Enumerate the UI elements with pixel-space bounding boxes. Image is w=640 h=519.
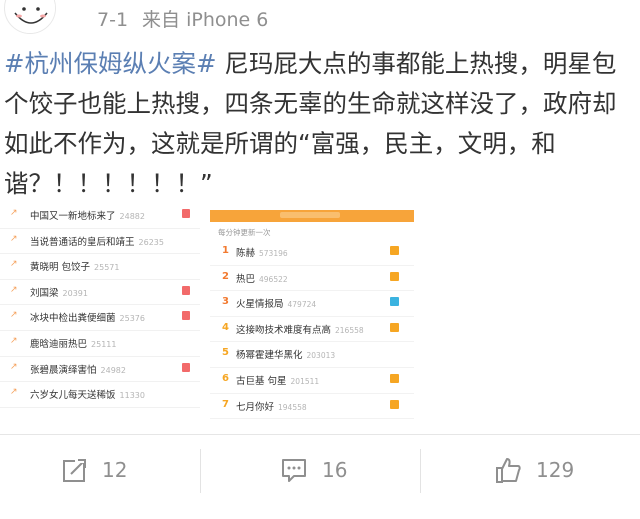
post-meta: 7-1 来自 iPhone 6 bbox=[97, 5, 268, 32]
hot-search-title: 六岁女儿每天送稀饭 11330 bbox=[30, 390, 145, 402]
hot-search-title: 刘国梁 20391 bbox=[30, 287, 88, 299]
hot-search-count: 11330 bbox=[119, 391, 145, 401]
hot-search-row[interactable]: ↗ 黄晓明 包饺子 25571 bbox=[0, 254, 200, 280]
hot-search-count: 24982 bbox=[100, 365, 126, 375]
ranking-row[interactable]: 1 陈赫 573196 bbox=[210, 240, 414, 266]
hot-search-title: 张碧晨演绎害怕 24982 bbox=[30, 364, 126, 376]
repost-count: 12 bbox=[102, 458, 128, 482]
hot-search-title: 冰块中检出粪便细菌 25376 bbox=[30, 313, 145, 325]
rank-number: 5 bbox=[222, 347, 229, 359]
action-bar: 12 16 129 bbox=[0, 435, 640, 519]
topic-link[interactable]: #杭州保姆纵火案# bbox=[4, 49, 217, 78]
ranking-tag-icon bbox=[390, 322, 399, 332]
ranking-title: 陈赫 573196 bbox=[236, 248, 288, 259]
hot-search-row[interactable]: ↗ 当说普通话的皇后和靖王 26235 bbox=[0, 229, 200, 255]
ranking-subtitle: 每分钟更新一次 bbox=[218, 228, 271, 237]
ranking-title: 杨幂霍建华黑化 203013 bbox=[236, 350, 336, 362]
hot-search-count: 24882 bbox=[119, 212, 145, 221]
avatar[interactable] bbox=[4, 0, 56, 34]
ranking-title: 热巴 496522 bbox=[236, 273, 288, 285]
hot-search-screenshot-right[interactable]: 每分钟更新一次 1 陈赫 573196 2 热巴 496522 3 火星情报局 479724 4 这… bbox=[210, 210, 414, 420]
ranking-title: 古巨基 句星 201511 bbox=[236, 375, 320, 387]
repost-button[interactable]: 12 bbox=[62, 435, 127, 505]
hot-search-row[interactable]: ↗ 鹿晗迪丽热巴 25111 bbox=[0, 331, 200, 357]
ranking-tag-icon bbox=[390, 271, 399, 281]
hot-tag-icon bbox=[182, 311, 190, 321]
ranking-count: 496522 bbox=[259, 274, 288, 284]
thumbs-up-icon bbox=[496, 458, 521, 483]
trend-arrow-icon: ↗ bbox=[10, 259, 18, 270]
trend-arrow-icon: ↗ bbox=[10, 310, 18, 321]
hot-search-title: 黄晓明 包饺子 25571 bbox=[30, 262, 120, 274]
like-button[interactable]: 129 bbox=[494, 435, 574, 505]
rank-number: 1 bbox=[222, 245, 229, 256]
ranking-row[interactable]: 2 热巴 496522 bbox=[210, 266, 414, 292]
ranking-tag-icon bbox=[390, 399, 399, 409]
ranking-count: 573196 bbox=[259, 249, 288, 258]
ranking-row[interactable]: 5 杨幂霍建华黑化 203013 bbox=[210, 342, 414, 368]
hot-search-count: 25571 bbox=[94, 263, 120, 273]
ranking-title: 火星情报局 479724 bbox=[236, 299, 317, 311]
post-date: 7-1 bbox=[97, 9, 129, 31]
trend-arrow-icon: ↗ bbox=[10, 208, 18, 218]
rank-number: 7 bbox=[222, 398, 229, 410]
trend-arrow-icon: ↗ bbox=[10, 387, 18, 398]
ranking-tag-icon bbox=[390, 373, 399, 383]
rank-number: 3 bbox=[222, 296, 229, 308]
rank-number: 6 bbox=[222, 372, 229, 384]
like-count: 129 bbox=[536, 458, 575, 482]
hot-tag-icon bbox=[182, 209, 190, 218]
ranking-tag-icon bbox=[390, 297, 399, 307]
ranking-tag-icon bbox=[390, 246, 399, 255]
action-separator bbox=[420, 449, 421, 493]
repost-icon bbox=[63, 457, 88, 482]
ranking-count: 194558 bbox=[278, 402, 307, 412]
ranking-row[interactable]: 6 古巨基 句星 201511 bbox=[210, 368, 414, 394]
comment-icon bbox=[282, 459, 306, 482]
hot-search-count: 25376 bbox=[119, 314, 145, 324]
hot-search-title: 鹿晗迪丽热巴 25111 bbox=[30, 338, 117, 350]
ranking-header-bar bbox=[210, 210, 414, 222]
hot-search-row[interactable]: ↗ 冰块中检出粪便细菌 25376 bbox=[0, 305, 200, 331]
ranking-title: 这接吻技术难度有点高 216558 bbox=[236, 324, 364, 336]
ranking-row[interactable]: 4 这接吻技术难度有点高 216558 bbox=[210, 317, 414, 343]
rank-number: 2 bbox=[222, 270, 229, 282]
hot-search-count: 25111 bbox=[91, 339, 117, 349]
hot-search-title: 当说普通话的皇后和靖王 26235 bbox=[30, 236, 164, 248]
trend-arrow-icon: ↗ bbox=[10, 284, 18, 295]
post-header: 7-1 来自 iPhone 6 bbox=[0, 0, 640, 38]
ranking-count: 216558 bbox=[335, 325, 364, 335]
hot-search-row[interactable]: ↗ 张碧晨演绎害怕 24982 bbox=[0, 357, 200, 383]
hot-search-count: 20391 bbox=[62, 288, 88, 298]
ranking-count: 479724 bbox=[287, 300, 317, 310]
comment-button[interactable]: 16 bbox=[280, 435, 347, 505]
rank-number: 4 bbox=[222, 321, 229, 333]
comment-count: 16 bbox=[322, 458, 348, 482]
ranking-count: 201511 bbox=[290, 376, 320, 386]
post-text: #杭州保姆纵火案# 尼玛屁大点的事都能上热搜，明星包个饺子也能上热搜，四条无辜的… bbox=[4, 44, 636, 204]
action-separator bbox=[200, 449, 201, 493]
hot-search-count: 26235 bbox=[138, 237, 164, 247]
hot-tag-icon bbox=[182, 285, 190, 295]
hot-search-row[interactable]: ↗ 刘国梁 20391 bbox=[0, 280, 200, 306]
ranking-title: 七月你好 194558 bbox=[236, 401, 307, 413]
ranking-row[interactable]: 7 七月你好 194558 bbox=[210, 394, 414, 420]
trend-arrow-icon: ↗ bbox=[10, 233, 18, 244]
trend-arrow-icon: ↗ bbox=[10, 335, 18, 346]
hot-search-row[interactable]: ↗ 中国又一新地标来了 24882 bbox=[0, 203, 200, 229]
trend-arrow-icon: ↗ bbox=[10, 361, 18, 372]
ranking-row[interactable]: 3 火星情报局 479724 bbox=[210, 291, 414, 317]
ranking-count: 203013 bbox=[306, 351, 336, 361]
hot-search-row[interactable]: ↗ 六岁女儿每天送稀饭 11330 bbox=[0, 382, 200, 408]
hot-search-title: 中国又一新地标来了 24882 bbox=[30, 211, 145, 222]
post-source[interactable]: 来自 iPhone 6 bbox=[142, 9, 268, 31]
hot-tag-icon bbox=[182, 362, 190, 372]
hot-search-screenshot-left[interactable]: ↗ 中国又一新地标来了 24882 ↗ 当说普通话的皇后和靖王 26235 ↗ 黄晓明 包饺子… bbox=[0, 203, 200, 418]
